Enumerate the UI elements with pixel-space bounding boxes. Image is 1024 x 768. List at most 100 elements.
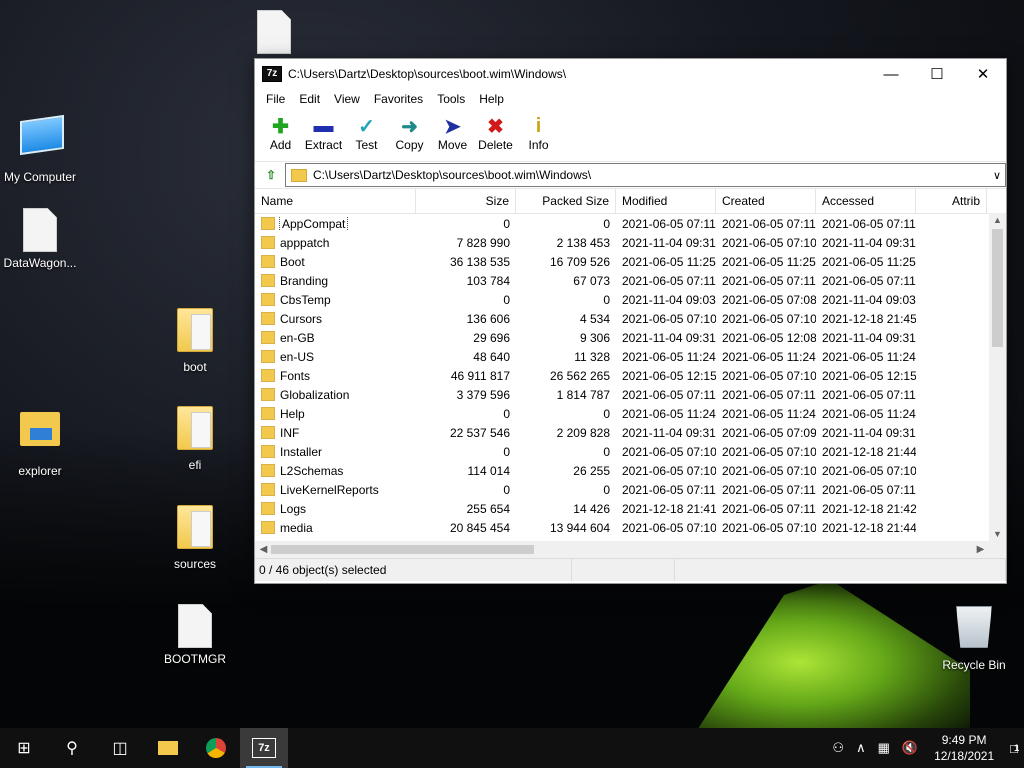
table-row[interactable]: en-GB 29 696 9 306 2021-11-04 09:31 2021-06-… bbox=[255, 328, 1006, 347]
row-name: Fonts bbox=[280, 368, 311, 383]
menu-help[interactable]: Help bbox=[472, 92, 511, 106]
scroll-thumb[interactable] bbox=[271, 545, 534, 554]
move-button[interactable]: ➤ Move bbox=[431, 109, 474, 153]
desktop-icon-explorer[interactable]: explorer bbox=[0, 406, 80, 478]
cell-size: 255 654 bbox=[466, 501, 510, 516]
row-name: AppCompat bbox=[278, 216, 349, 231]
clock[interactable]: 9:49 PM 12/18/2021 bbox=[934, 732, 994, 764]
scroll-down-icon[interactable]: ▼ bbox=[989, 529, 1006, 539]
menu-favorites[interactable]: Favorites bbox=[367, 92, 430, 106]
cell-name: CbsTemp bbox=[255, 293, 416, 307]
cell-acc: 2021-06-05 12:15 bbox=[822, 368, 916, 383]
column-created[interactable]: Created bbox=[716, 189, 816, 213]
delete-button[interactable]: ✖ Delete bbox=[474, 109, 517, 153]
table-row[interactable]: Fonts 46 911 817 26 562 265 2021-06-05 12:1… bbox=[255, 366, 1006, 385]
cell-mod: 2021-06-05 11:24 bbox=[622, 406, 716, 421]
info-icon: i bbox=[535, 114, 542, 137]
vertical-scrollbar[interactable]: ▲ ▼ bbox=[989, 213, 1006, 541]
file-rows: AppCompat 0 0 2021-06-05 07:11 2021-06-05 07… bbox=[255, 214, 1006, 537]
column-attrib[interactable]: Attrib bbox=[916, 189, 987, 213]
column-size[interactable]: Size bbox=[416, 189, 516, 213]
file-explorer-icon[interactable] bbox=[144, 728, 192, 768]
cell-acc: 2021-06-05 11:25 bbox=[822, 254, 916, 269]
cell-packed: 11 328 bbox=[574, 349, 610, 364]
menu-edit[interactable]: Edit bbox=[292, 92, 327, 106]
table-row[interactable]: L2Schemas 114 014 26 255 2021-06-05 07:10 20… bbox=[255, 461, 1006, 480]
column-modified[interactable]: Modified bbox=[616, 189, 716, 213]
cell-acc: 2021-06-05 07:11 bbox=[822, 216, 916, 231]
menu-tools[interactable]: Tools bbox=[430, 92, 472, 106]
windows-start-icon[interactable]: ⊞ bbox=[0, 728, 48, 768]
info-button[interactable]: i Info bbox=[517, 109, 560, 153]
desktop-icon-recycle-bin[interactable]: Recycle Bin bbox=[934, 602, 1014, 672]
minimize-button[interactable]: — bbox=[868, 59, 914, 89]
address-field[interactable]: C:\Users\Dartz\Desktop\sources\boot.wim\… bbox=[285, 163, 1006, 187]
table-row[interactable]: CbsTemp 0 0 2021-11-04 09:03 2021-06-05 07:0… bbox=[255, 290, 1006, 309]
scroll-left-icon[interactable]: ◀ bbox=[255, 541, 272, 558]
table-row[interactable]: Globalization 3 379 596 1 814 787 2021-06-0… bbox=[255, 385, 1006, 404]
add-button[interactable]: ✚ Add bbox=[259, 109, 302, 153]
file-icon[interactable] bbox=[257, 10, 291, 54]
volume-muted-icon[interactable]: 🔇 bbox=[902, 740, 918, 756]
table-row[interactable]: Boot 36 138 535 16 709 526 2021-06-05 11:25… bbox=[255, 252, 1006, 271]
table-row[interactable]: Installer 0 0 2021-06-05 07:10 2021-06-05 07… bbox=[255, 442, 1006, 461]
column-accessed[interactable]: Accessed bbox=[816, 189, 916, 213]
cell-size: 22 537 546 bbox=[449, 425, 510, 440]
cell-name: media bbox=[255, 521, 416, 535]
scroll-right-icon[interactable]: ▶ bbox=[972, 541, 989, 558]
table-row[interactable]: Cursors 136 606 4 534 2021-06-05 07:10 2021-… bbox=[255, 309, 1006, 328]
table-row[interactable]: apppatch 7 828 990 2 138 453 2021-11-04 09:… bbox=[255, 233, 1006, 252]
extract-button[interactable]: ▬ Extract bbox=[302, 109, 345, 153]
close-button[interactable]: ✕ bbox=[960, 59, 1006, 89]
menu-view[interactable]: View bbox=[327, 92, 367, 106]
row-name: Logs bbox=[280, 501, 307, 516]
chrome-icon[interactable] bbox=[192, 728, 240, 768]
table-row[interactable]: AppCompat 0 0 2021-06-05 07:11 2021-06-05 07… bbox=[255, 214, 1006, 233]
table-row[interactable]: INF 22 537 546 2 209 828 2021-11-04 09:31 20… bbox=[255, 423, 1006, 442]
copy-button[interactable]: ➜ Copy bbox=[388, 109, 431, 153]
cell-cre: 2021-06-05 07:10 bbox=[722, 368, 816, 383]
column-packed-size[interactable]: Packed Size bbox=[516, 189, 616, 213]
cell-acc: 2021-11-04 09:31 bbox=[822, 425, 916, 440]
column-name[interactable]: Name bbox=[255, 189, 416, 213]
desktop-icon-sources[interactable]: sources bbox=[155, 505, 235, 571]
cell-mod: 2021-12-18 21:41 bbox=[622, 501, 716, 516]
cell-acc: 2021-12-18 21:44 bbox=[822, 444, 916, 459]
folder-icon bbox=[261, 464, 275, 477]
7zip-taskbar-icon[interactable]: 7z bbox=[240, 728, 288, 768]
test-button[interactable]: ✓ Test bbox=[345, 109, 388, 153]
cell-cre: 2021-06-05 07:10 bbox=[722, 463, 816, 478]
network-icon[interactable]: ▦ bbox=[878, 740, 890, 756]
scroll-up-icon[interactable]: ▲ bbox=[989, 215, 1006, 225]
table-row[interactable]: LiveKernelReports 0 0 2021-06-05 07:11 2021-… bbox=[255, 480, 1006, 499]
maximize-button[interactable]: ☐ bbox=[914, 59, 960, 89]
horizontal-scrollbar[interactable]: ◀ ▶ bbox=[255, 541, 1006, 558]
table-row[interactable]: Branding 103 784 67 073 2021-06-05 07:11 202… bbox=[255, 271, 1006, 290]
cell-mod: 2021-06-05 07:11 bbox=[622, 482, 716, 497]
cell-acc: 2021-11-04 09:31 bbox=[822, 235, 916, 250]
table-row[interactable]: media 20 845 454 13 944 604 2021-06-05 07:1… bbox=[255, 518, 1006, 537]
search-icon[interactable]: ⚲ bbox=[48, 728, 96, 768]
up-folder-icon[interactable]: ⇧ bbox=[261, 165, 281, 185]
desktop-icon-bootmgr[interactable]: BOOTMGR bbox=[155, 604, 235, 666]
people-icon[interactable]: ⚇ bbox=[832, 740, 844, 756]
desktop-icon-my-computer[interactable]: My Computer bbox=[0, 110, 80, 184]
cell-mod: 2021-11-04 09:31 bbox=[622, 425, 716, 440]
desktop-icon-boot[interactable]: boot bbox=[155, 308, 235, 374]
desktop-icon-efi[interactable]: efi bbox=[155, 406, 235, 472]
notification-icon[interactable]: □ 1 bbox=[1010, 741, 1019, 756]
table-row[interactable]: Help 0 0 2021-06-05 11:24 2021-06-05 11:24 20… bbox=[255, 404, 1006, 423]
chevron-down-icon[interactable]: ∨ bbox=[989, 169, 1005, 182]
desktop-icon-datawagon[interactable]: DataWagon... bbox=[0, 208, 80, 270]
cell-cre: 2021-06-05 07:09 bbox=[722, 425, 816, 440]
title-bar[interactable]: 7z C:\Users\Dartz\Desktop\sources\boot.w… bbox=[255, 59, 1006, 89]
cell-mod: 2021-06-05 12:15 bbox=[622, 368, 716, 383]
scroll-thumb[interactable] bbox=[992, 229, 1003, 347]
task-view-icon[interactable]: ◫ bbox=[96, 728, 144, 768]
table-row[interactable]: en-US 48 640 11 328 2021-06-05 11:24 2021-06… bbox=[255, 347, 1006, 366]
cell-cre: 2021-06-05 07:11 bbox=[722, 273, 816, 288]
row-name: en-GB bbox=[280, 330, 315, 345]
menu-file[interactable]: File bbox=[259, 92, 292, 106]
chevron-up-icon[interactable]: ∧ bbox=[856, 740, 866, 756]
table-row[interactable]: Logs 255 654 14 426 2021-12-18 21:41 2021-06… bbox=[255, 499, 1006, 518]
